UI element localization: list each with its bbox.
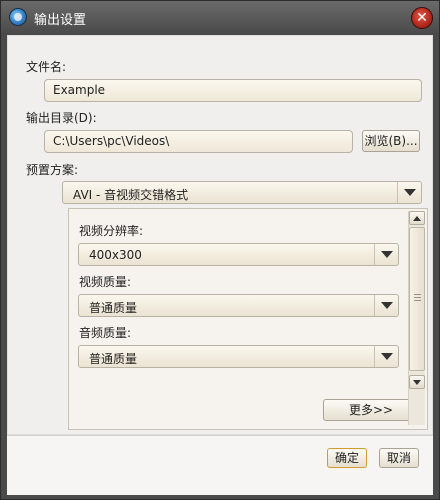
scroll-down-icon[interactable]	[409, 375, 425, 389]
more-button[interactable]: 更多>>	[323, 399, 419, 421]
preset-label: 预置方案:	[26, 163, 79, 177]
audio-quality-value: 普通质量	[89, 352, 138, 366]
scroll-up-icon[interactable]	[409, 211, 425, 225]
resolution-select[interactable]: 400x300	[78, 243, 399, 266]
audio-quality-select[interactable]: 普通质量	[78, 345, 399, 368]
dialog-footer: 确定 取消	[7, 435, 433, 495]
output-dir-input[interactable]: C:\Users\pc\Videos\	[44, 130, 353, 153]
ok-button[interactable]: 确定	[327, 448, 367, 468]
video-quality-value: 普通质量	[89, 301, 138, 315]
chevron-down-icon[interactable]	[374, 244, 398, 265]
resolution-value: 400x300	[89, 248, 142, 262]
chevron-down-icon[interactable]	[374, 295, 398, 316]
video-quality-select[interactable]: 普通质量	[78, 294, 399, 317]
output-settings-dialog: 输出设置 ✕ 文件名: Example 输出目录(D): C:\Users\pc…	[0, 0, 440, 500]
app-icon	[9, 8, 27, 26]
filename-input[interactable]: Example	[44, 79, 422, 102]
title-bar: 输出设置 ✕	[1, 1, 439, 33]
preset-settings-panel: 视频分辨率: 400x300 视频质量: 普通质量 音频质量: 普通质量 更多>…	[68, 208, 428, 430]
output-dir-label: 输出目录(D):	[26, 111, 97, 125]
video-quality-label: 视频质量:	[79, 275, 132, 289]
close-icon: ✕	[416, 10, 428, 26]
preset-select[interactable]: AVI - 音视频交错格式	[62, 181, 422, 204]
close-button[interactable]: ✕	[411, 7, 433, 29]
audio-quality-label: 音频质量:	[79, 326, 132, 340]
chevron-down-icon[interactable]	[374, 346, 398, 367]
browse-button[interactable]: 浏览(B)...	[362, 130, 420, 152]
resolution-label: 视频分辨率:	[79, 224, 144, 238]
cancel-button[interactable]: 取消	[379, 448, 419, 468]
preset-value: AVI - 音视频交错格式	[73, 188, 189, 202]
settings-scrollbar[interactable]	[408, 211, 425, 425]
chevron-down-icon[interactable]	[397, 182, 421, 203]
scrollbar-thumb[interactable]	[409, 227, 425, 371]
window-title: 输出设置	[34, 13, 87, 28]
filename-label: 文件名:	[26, 60, 67, 74]
dialog-body: 文件名: Example 输出目录(D): C:\Users\pc\Videos…	[7, 35, 433, 435]
